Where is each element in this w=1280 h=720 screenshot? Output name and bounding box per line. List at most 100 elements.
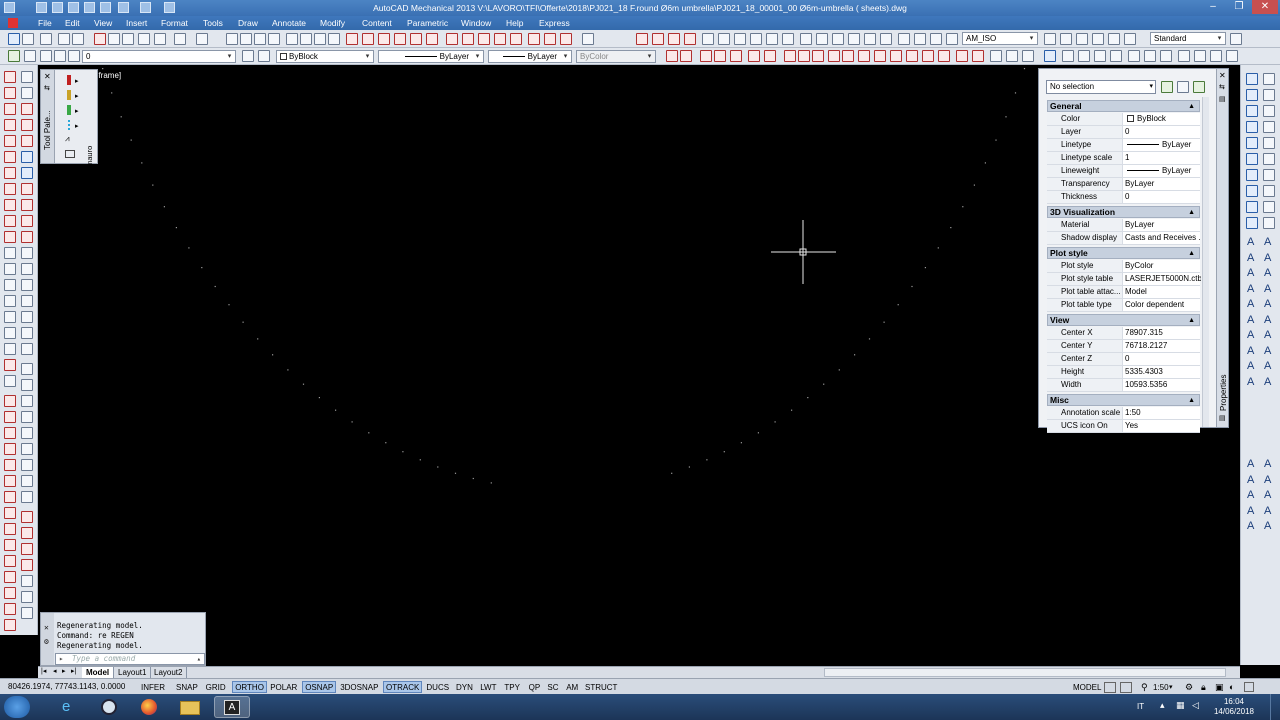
- text-edit-icon[interactable]: A: [1247, 251, 1254, 267]
- tab-model[interactable]: Model: [82, 667, 115, 678]
- menu-modify[interactable]: Modify: [320, 18, 345, 28]
- trim-icon[interactable]: [21, 215, 33, 227]
- match-properties-icon[interactable]: [138, 33, 150, 45]
- select-objects-icon[interactable]: [1177, 81, 1189, 93]
- snap-endpoint-icon[interactable]: [700, 50, 712, 62]
- view-back-icon[interactable]: [1246, 153, 1258, 165]
- continuous-orbit-icon[interactable]: [1263, 185, 1275, 197]
- fly-icon[interactable]: [1263, 217, 1275, 229]
- tool-palettes-icon[interactable]: [314, 33, 326, 45]
- note-icon[interactable]: [848, 33, 860, 45]
- annotate-d-icon[interactable]: A: [1264, 282, 1271, 298]
- make-current-layer-icon[interactable]: [242, 50, 254, 62]
- expand-arrow-icon[interactable]: ▸: [75, 77, 79, 85]
- am-offset-icon[interactable]: [4, 603, 16, 615]
- palette-settings-icon[interactable]: ▤: [1219, 414, 1226, 422]
- paste-icon[interactable]: [122, 33, 134, 45]
- region-icon[interactable]: [4, 327, 16, 339]
- property-row[interactable]: Material ByLayer: [1047, 219, 1200, 232]
- palette-tool-6-icon[interactable]: [65, 150, 75, 158]
- snap-circle-icon[interactable]: [938, 50, 950, 62]
- toggle-3dosnap[interactable]: 3DOSNAP: [337, 681, 381, 693]
- save-file-icon[interactable]: [40, 33, 52, 45]
- table-icon[interactable]: [4, 343, 16, 355]
- text-justify-icon[interactable]: A: [1247, 313, 1254, 329]
- menu-content[interactable]: Content: [362, 18, 392, 28]
- dim-radius-icon[interactable]: [394, 33, 406, 45]
- property-row[interactable]: Center Y 76718.2127: [1047, 340, 1200, 353]
- zoom-previous-icon[interactable]: [268, 33, 280, 45]
- annotate-i-icon[interactable]: A: [1264, 359, 1271, 375]
- property-row[interactable]: Annotation scale 1:50: [1047, 407, 1200, 420]
- snap-intersection-icon[interactable]: [730, 50, 742, 62]
- circle-icon[interactable]: [4, 167, 16, 179]
- text-extra-a-icon[interactable]: A: [1247, 457, 1254, 473]
- plotstyle-select[interactable]: ByColor ▾: [576, 50, 656, 63]
- property-row[interactable]: Center Z0: [1047, 353, 1200, 366]
- menu-parametric[interactable]: Parametric: [407, 18, 448, 28]
- menu-help[interactable]: Help: [506, 18, 523, 28]
- toggle-sc[interactable]: SC: [544, 681, 561, 693]
- wrench-icon[interactable]: ⚙: [44, 637, 49, 646]
- menu-annotate[interactable]: Annotate: [272, 18, 306, 28]
- mleader-align-icon[interactable]: [1108, 33, 1120, 45]
- blend-icon[interactable]: [21, 327, 33, 339]
- toggle-infer[interactable]: INFER: [138, 681, 168, 693]
- ellipse-icon[interactable]: [4, 215, 16, 227]
- property-row[interactable]: Thickness 0: [1047, 191, 1200, 204]
- am-construction-icon[interactable]: [4, 427, 16, 439]
- clean-screen-icon[interactable]: [1244, 682, 1254, 692]
- annotation-visibility-icon[interactable]: ⚲: [1138, 681, 1151, 693]
- annotate-b-icon[interactable]: A: [1264, 251, 1271, 267]
- textstyle-select[interactable]: Standard ▾: [1150, 32, 1226, 45]
- firefox-icon[interactable]: [132, 696, 168, 718]
- autohide-icon[interactable]: ⇆: [1219, 83, 1225, 91]
- am-section-icon[interactable]: [4, 555, 16, 567]
- shade-icon[interactable]: [1263, 73, 1275, 85]
- am-fillet-icon[interactable]: [4, 571, 16, 583]
- am-shaft-icon[interactable]: [21, 491, 33, 503]
- toggle-pickadd-icon[interactable]: [1161, 81, 1173, 93]
- qleader-icon[interactable]: [478, 33, 490, 45]
- property-row[interactable]: UCS icon On Yes: [1047, 420, 1200, 433]
- text-extra-h-icon[interactable]: A: [1264, 488, 1271, 504]
- am-rect-icon[interactable]: [4, 443, 16, 455]
- annotate-e-icon[interactable]: A: [1264, 297, 1271, 313]
- weld-symbol-icon[interactable]: [782, 33, 794, 45]
- palette-tool-2-icon[interactable]: [67, 90, 71, 100]
- command-line-handle[interactable]: ✕ ⚙: [41, 613, 54, 665]
- zoom-window-icon[interactable]: [254, 33, 266, 45]
- coordinate-readout[interactable]: 80426.1974, 77743.1143, 0.0000: [8, 682, 125, 691]
- annotate-a-icon[interactable]: A: [1264, 235, 1271, 251]
- palette-tool-5-icon[interactable]: ⩘: [65, 134, 70, 144]
- extend-icon[interactable]: [21, 231, 33, 243]
- view-nw-icon[interactable]: [1246, 217, 1258, 229]
- palette-tool-3-icon[interactable]: [67, 105, 71, 115]
- toggle-grid[interactable]: GRID: [203, 681, 229, 693]
- lineweight-select[interactable]: ByLayer ▾: [488, 50, 572, 63]
- toggle-snap[interactable]: SNAP: [173, 681, 201, 693]
- text-single-icon[interactable]: A: [1247, 344, 1254, 360]
- ucs-origin-icon[interactable]: [1144, 50, 1156, 62]
- annotate-g-icon[interactable]: A: [1264, 328, 1271, 344]
- expand-arrow-icon[interactable]: ▸: [75, 107, 79, 115]
- hatch-icon[interactable]: [4, 295, 16, 307]
- palette-tab-mauro[interactable]: mauro: [85, 146, 94, 167]
- view-ne-icon[interactable]: [1246, 201, 1258, 213]
- dim-join-icon[interactable]: [684, 33, 696, 45]
- selection-select[interactable]: No selection ▾: [1046, 80, 1156, 94]
- tray-arrow-icon[interactable]: ▴: [1160, 700, 1165, 711]
- section-misc[interactable]: Misc ▲: [1047, 394, 1200, 406]
- mleader-collect-icon[interactable]: [1124, 33, 1136, 45]
- print-icon[interactable]: [58, 33, 70, 45]
- move-icon[interactable]: [21, 151, 33, 163]
- pan-icon[interactable]: [226, 33, 238, 45]
- leader-note-icon[interactable]: [864, 33, 876, 45]
- am-centerline-icon[interactable]: [4, 411, 16, 423]
- am-line-icon[interactable]: [4, 395, 16, 407]
- am-circle-icon[interactable]: [4, 475, 16, 487]
- toggle-struct[interactable]: STRUCT: [582, 681, 620, 693]
- osnap-settings-icon[interactable]: [922, 50, 934, 62]
- quick-view-layouts-icon[interactable]: [1104, 682, 1116, 693]
- text-extra-e-icon[interactable]: A: [1247, 519, 1254, 535]
